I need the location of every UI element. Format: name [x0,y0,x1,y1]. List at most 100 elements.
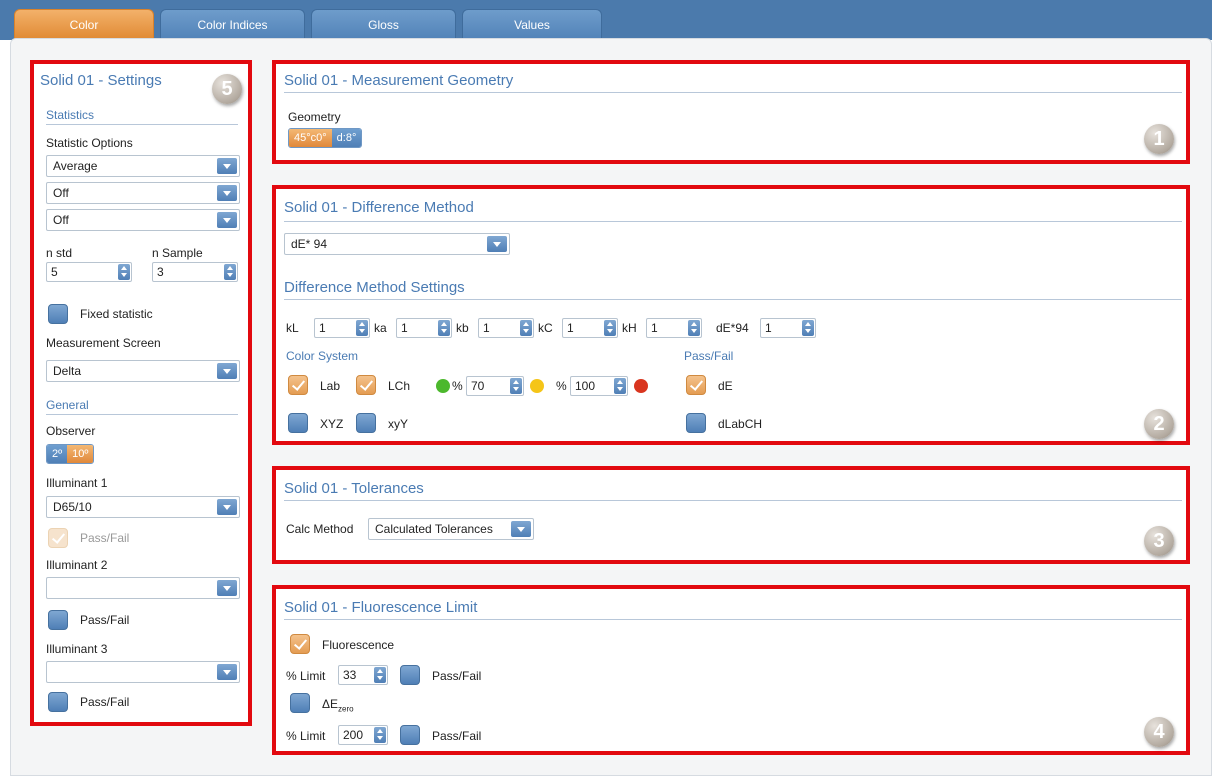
statistic-option-2-select[interactable]: Off [46,182,240,204]
param-kh-value: 1 [651,321,658,335]
limit2-passfail-checkbox[interactable] [400,725,420,745]
calc-method-value: Calculated Tolerances [375,522,493,536]
general-header: General [46,398,89,412]
de-checkbox[interactable] [686,375,706,395]
badge-5: 5 [212,74,242,104]
fluorescence-label: Fluorescence [322,638,395,652]
n-std-value: 5 [51,265,58,279]
param-kh-stepper[interactable]: 1 [646,318,702,338]
lab-checkbox[interactable] [288,375,308,395]
stepper-icon[interactable] [510,378,522,394]
yellow-dot-icon [530,379,544,393]
limit1-stepper[interactable]: 33 [338,665,388,685]
statistic-options-label: Statistic Options [46,136,133,150]
pct-yellow-stepper[interactable]: 100 [570,376,628,396]
stepper-icon[interactable] [118,264,130,280]
settings-panel: Solid 01 - Settings 5 Statistics Statist… [30,60,252,726]
lch-checkbox[interactable] [356,375,376,395]
chevron-down-icon [217,580,237,596]
lab-label: Lab [320,379,341,393]
fluorescence-checkbox[interactable] [290,634,310,654]
param-kb-stepper[interactable]: 1 [478,318,534,338]
illuminant1-passfail-checkbox[interactable] [48,528,68,548]
stepper-icon[interactable] [520,320,532,336]
xyz-checkbox[interactable] [288,413,308,433]
limit1-passfail-checkbox[interactable] [400,665,420,685]
chevron-down-icon [487,236,507,252]
xyy-checkbox[interactable] [356,413,376,433]
param-kl-stepper[interactable]: 1 [314,318,370,338]
pct-yellow-symbol: % [556,379,567,393]
stepper-icon[interactable] [356,320,368,336]
fixed-statistic-checkbox[interactable] [48,304,68,324]
param-kb-value: 1 [483,321,490,335]
tab-gloss[interactable]: Gloss [311,9,456,39]
observer-10-option[interactable]: 10º [67,445,94,463]
delta-e-zero-label: ΔEzero [322,697,354,713]
stepper-icon[interactable] [688,320,700,336]
fluorescence-panel: Solid 01 - Fluorescence Limit Fluorescen… [272,585,1190,755]
param-ka-stepper[interactable]: 1 [396,318,452,338]
statistic-option-3-value: Off [53,213,69,227]
observer-2-option[interactable]: 2º [47,445,68,463]
calc-method-select[interactable]: Calculated Tolerances [368,518,534,540]
geometry-45c0-option[interactable]: 45°c0° [289,129,332,147]
red-dot-icon [634,379,648,393]
statistic-option-2-value: Off [53,186,69,200]
de-label: dE [718,379,733,393]
delta-e-text: ΔE [322,697,339,711]
lch-label: LCh [388,379,411,393]
measurement-screen-select[interactable]: Delta [46,360,240,382]
statistic-option-3-select[interactable]: Off [46,209,240,231]
limit2-value: 200 [343,728,364,742]
illuminant3-label: Illuminant 3 [46,642,108,656]
stepper-icon[interactable] [604,320,616,336]
tab-color[interactable]: Color [14,9,154,39]
stepper-icon[interactable] [224,264,236,280]
illuminant1-select[interactable]: D65/10 [46,496,240,518]
stepper-icon[interactable] [438,320,450,336]
param-kc-label: kC [538,321,553,335]
chevron-down-icon [217,158,237,174]
param-ka-label: ka [374,321,387,335]
stepper-icon[interactable] [374,667,386,683]
geometry-d8-option[interactable]: d:8° [331,129,362,147]
tab-values[interactable]: Values [462,9,602,39]
n-sample-label: n Sample [152,246,203,260]
pct-green-stepper[interactable]: 70 [466,376,524,396]
illuminant3-select[interactable] [46,661,240,683]
limit2-stepper[interactable]: 200 [338,725,388,745]
badge-1: 1 [1144,124,1174,154]
param-kc-value: 1 [567,321,574,335]
illuminant3-passfail-checkbox[interactable] [48,692,68,712]
delta-e-zero-checkbox[interactable] [290,693,310,713]
geometry-toggle[interactable]: 45°c0° d:8° [288,128,363,148]
fixed-statistic-label: Fixed statistic [80,307,153,321]
param-kl-value: 1 [319,321,326,335]
observer-toggle[interactable]: 2º 10º [46,444,95,464]
difference-method-panel: Solid 01 - Difference Method dE* 94 Diff… [272,185,1190,445]
pct-yellow-value: 100 [575,379,596,393]
stepper-icon[interactable] [374,727,386,743]
param-de94-stepper[interactable]: 1 [760,318,816,338]
limit1-label: % Limit [286,669,326,683]
pct-green-value: 70 [471,379,485,393]
green-dot-icon [436,379,450,393]
dlabch-label: dLabCH [718,417,763,431]
n-sample-stepper[interactable]: 3 [152,262,238,282]
param-kc-stepper[interactable]: 1 [562,318,618,338]
geometry-divider [284,92,1182,93]
illuminant2-label: Illuminant 2 [46,558,108,572]
stepper-icon[interactable] [802,320,814,336]
stepper-icon[interactable] [614,378,626,394]
illuminant2-select[interactable] [46,577,240,599]
difference-method-select[interactable]: dE* 94 [284,233,510,255]
n-sample-value: 3 [157,265,164,279]
n-std-stepper[interactable]: 5 [46,262,132,282]
tab-color-indices[interactable]: Color Indices [160,9,305,39]
passfail-label: Pass/Fail [684,349,734,363]
statistic-option-1-select[interactable]: Average [46,155,240,177]
chevron-down-icon [217,499,237,515]
illuminant2-passfail-checkbox[interactable] [48,610,68,630]
dlabch-checkbox[interactable] [686,413,706,433]
